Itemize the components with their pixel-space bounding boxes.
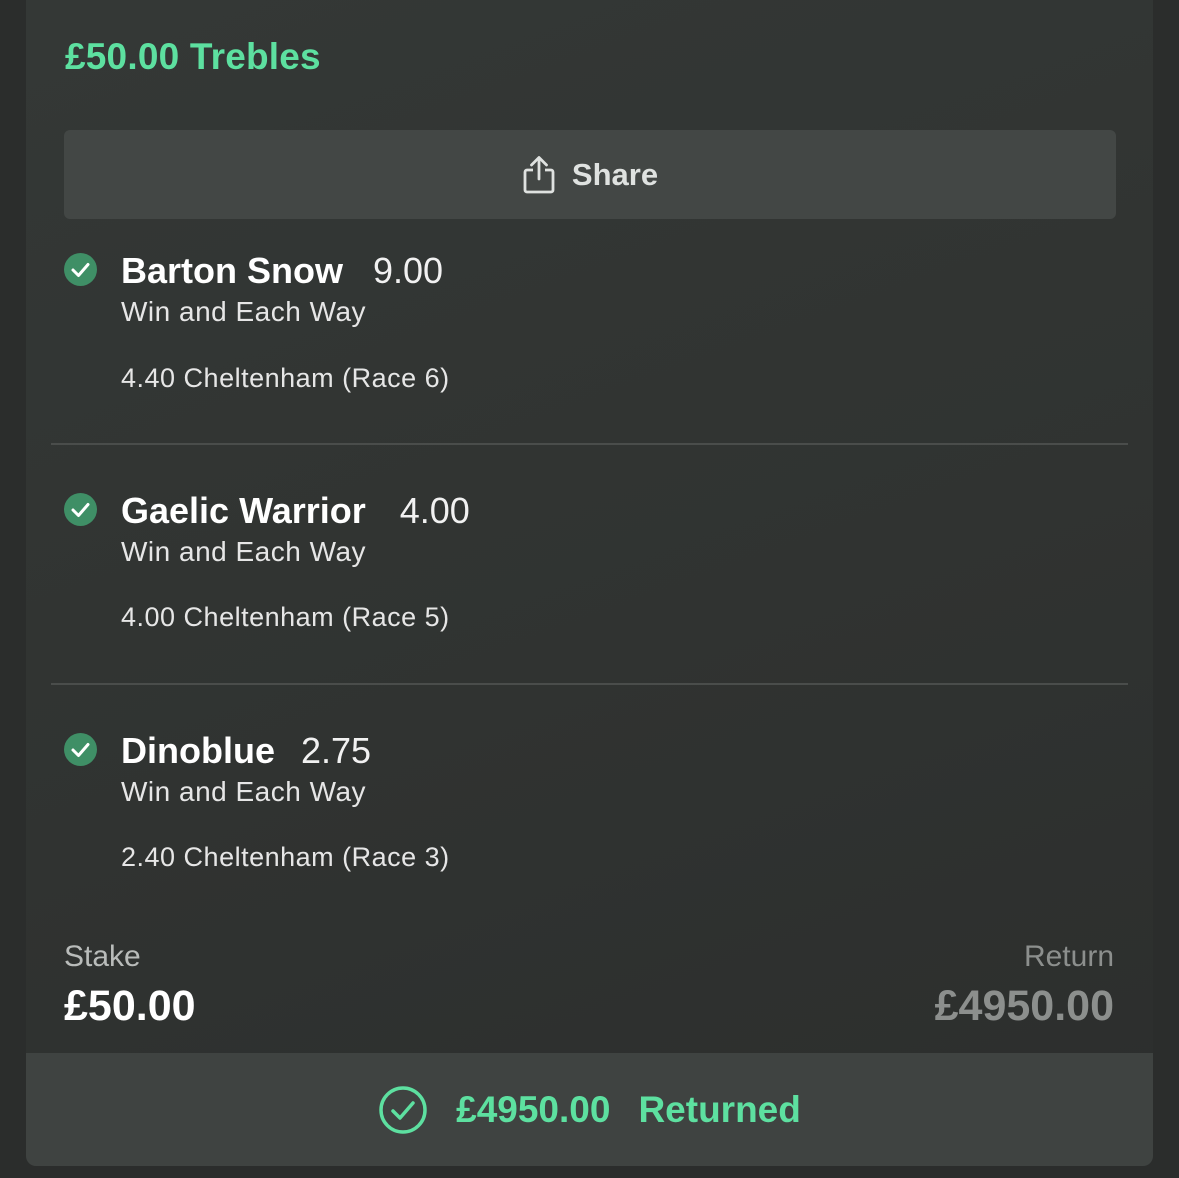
share-label: Share — [571, 156, 659, 192]
divider — [51, 683, 1128, 685]
selection-name: Gaelic Warrior 4.00 — [121, 490, 470, 532]
selection-odds: 9.00 — [373, 250, 444, 291]
stake-label: Stake — [64, 940, 141, 973]
returned-label: Returned — [638, 1088, 801, 1130]
return-label: Return — [1023, 940, 1114, 973]
selection-event: 4.40 Cheltenham (Race 6) — [121, 363, 450, 393]
share-icon — [523, 155, 555, 193]
divider — [51, 443, 1128, 445]
selection-name-text: Gaelic Warrior — [121, 490, 366, 531]
selection-event: 4.00 Cheltenham (Race 5) — [121, 602, 450, 632]
return-value: £4950.00 — [934, 982, 1114, 1030]
share-button[interactable]: Share — [64, 130, 1116, 219]
check-circle-outline-icon — [379, 1085, 427, 1134]
selection-name-text: Dinoblue — [121, 730, 275, 771]
selection-market: Win and Each Way — [121, 296, 367, 327]
selection-event: 2.40 Cheltenham (Race 3) — [121, 842, 450, 872]
selection-market: Win and Each Way — [121, 536, 367, 567]
selection-name: Dinoblue 2.75 — [121, 730, 371, 772]
selection-odds: 4.00 — [399, 490, 470, 531]
check-circle-icon — [64, 253, 97, 286]
returned-status-bar: £4950.00 Returned — [26, 1053, 1153, 1166]
selection-odds: 2.75 — [300, 730, 372, 771]
selection-name: Barton Snow 9.00 — [121, 250, 443, 292]
check-circle-icon — [64, 733, 97, 766]
bet-title: £50.00 Trebles — [65, 36, 321, 77]
check-circle-icon — [64, 493, 97, 526]
selection-name-text: Barton Snow — [121, 250, 343, 291]
stake-value: £50.00 — [64, 982, 196, 1030]
bet-card: £50.00 Trebles Share Barton Snow 9.00 Win… — [26, 0, 1153, 1166]
returned-amount: £4950.00 — [456, 1088, 611, 1130]
selection-market: Win and Each Way — [121, 776, 367, 807]
